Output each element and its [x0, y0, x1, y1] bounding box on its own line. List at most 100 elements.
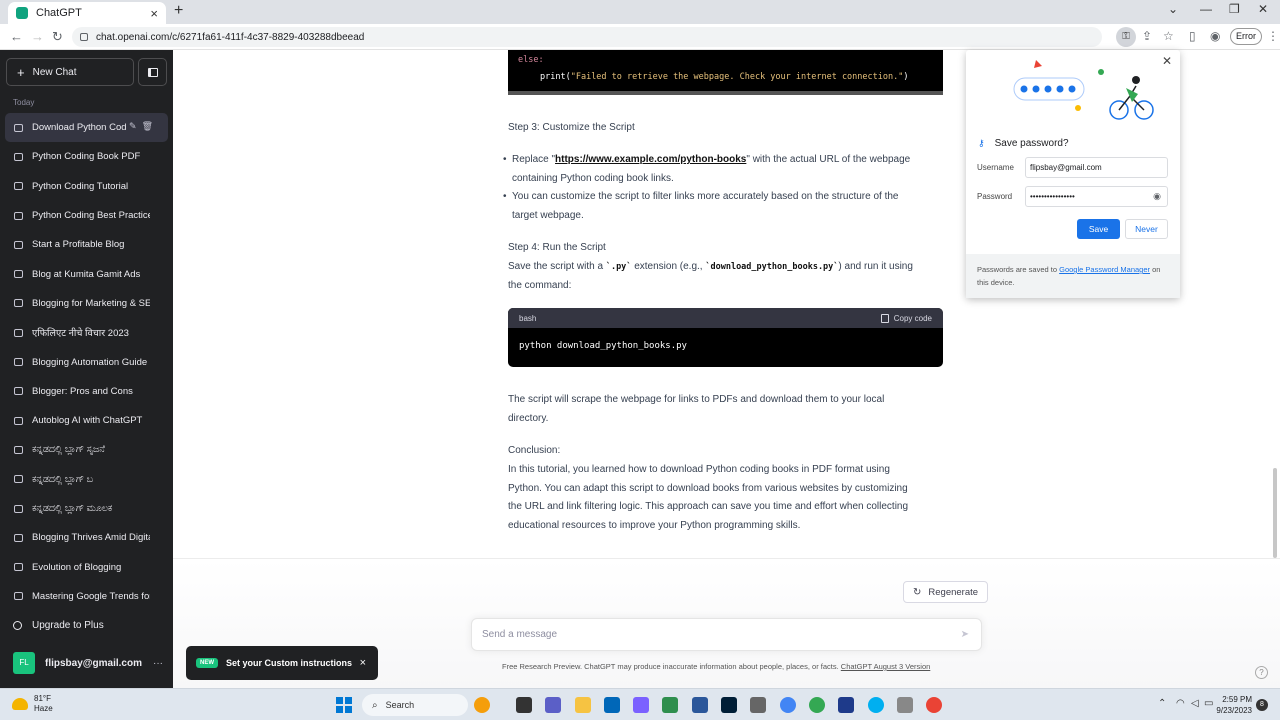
taskbar-search[interactable]: ⌕ Search [362, 694, 468, 716]
chrome-profile-2-icon[interactable] [809, 697, 825, 713]
app-icon[interactable] [838, 697, 854, 713]
new-chat-button[interactable]: + New Chat [6, 58, 134, 86]
share-icon[interactable]: ⇪ [1142, 29, 1152, 43]
delete-trash-icon[interactable]: 🗑 [142, 121, 158, 131]
browser-menu-icon[interactable]: ⋮ [1267, 29, 1279, 43]
side-panel-icon[interactable]: ▯ [1189, 29, 1196, 43]
footer-disclaimer: Free Research Preview. ChatGPT may produ… [502, 662, 930, 671]
message-input[interactable]: Send a message ➤ [471, 618, 982, 651]
forward-icon[interactable]: → [31, 29, 44, 44]
store-icon[interactable] [604, 697, 620, 713]
conversation-item[interactable]: एफिलिएट नीचे विचार 2023 [5, 318, 168, 347]
password-key-icon[interactable]: ⚿ [1116, 27, 1136, 47]
paragraph-text: extension (e.g., [631, 261, 706, 272]
chat-bubble-icon [14, 387, 23, 396]
version-link[interactable]: ChatGPT August 3 Version [841, 662, 931, 671]
minimize-icon[interactable]: — [1200, 2, 1212, 16]
taskbar-clock[interactable]: 2:59 PM 9/23/2023 [1212, 694, 1252, 716]
example-url-link[interactable]: https://www.example.com/python-books [555, 154, 746, 165]
footer-text: Free Research Preview. ChatGPT may produ… [502, 662, 841, 671]
browser-tab[interactable]: ChatGPT × [8, 2, 166, 24]
conversation-item[interactable]: Start a Profitable Blog [5, 230, 168, 259]
toast-close-icon[interactable]: × [360, 657, 366, 669]
conversation-item[interactable]: Python Coding Tutorial [5, 172, 168, 201]
upgrade-label: Upgrade to Plus [32, 620, 104, 631]
conversation-item[interactable]: Evolution of Blogging [5, 552, 168, 581]
address-bar[interactable]: chat.openai.com/c/6271fa61-411f-4c37-882… [72, 27, 1102, 47]
back-icon[interactable]: ← [10, 29, 23, 44]
widget-app-icon[interactable] [474, 697, 490, 713]
copy-code-button[interactable]: Copy code [880, 313, 932, 323]
tab-search-chevron-icon[interactable]: ⌄ [1168, 2, 1178, 16]
system-app-icon[interactable] [897, 697, 913, 713]
send-icon[interactable]: ➤ [961, 629, 969, 640]
custom-instructions-toast[interactable]: NEW Set your Custom instructions × [186, 646, 378, 680]
tray-chevron-icon[interactable]: ⌃ [1158, 698, 1166, 709]
save-password-button[interactable]: Save [1077, 219, 1120, 239]
reload-icon[interactable]: ↻ [52, 29, 63, 45]
tab-close-icon[interactable]: × [150, 6, 158, 21]
notification-badge[interactable]: 8 [1256, 699, 1268, 711]
bookmark-star-icon[interactable]: ☆ [1163, 29, 1174, 43]
upgrade-to-plus-button[interactable]: Upgrade to Plus [13, 620, 104, 631]
chrome-profile-1-icon[interactable] [780, 697, 796, 713]
photoshop-icon[interactable] [721, 697, 737, 713]
chat-bubble-icon [14, 152, 23, 161]
copy-code-label: Copy code [893, 313, 932, 323]
conversation-item-active[interactable]: Download Python Cod ✎🗑 [5, 113, 168, 143]
code-function: print( [540, 72, 571, 82]
site-info-icon[interactable] [80, 33, 88, 41]
volume-icon[interactable]: ◁ [1191, 698, 1199, 709]
weather-condition: Haze [34, 704, 53, 713]
account-menu-button[interactable]: FL flipsbay@gmail.com ··· [13, 652, 163, 674]
show-password-eye-icon[interactable]: ◉ [1153, 191, 1161, 202]
never-save-button[interactable]: Never [1125, 219, 1168, 239]
conversation-item[interactable]: Autoblog AI with ChatGPT [5, 406, 168, 435]
calculator-icon[interactable] [750, 697, 766, 713]
file-explorer-icon[interactable] [575, 697, 591, 713]
start-windows-icon[interactable] [336, 697, 352, 713]
weather-widget[interactable]: 81°F Haze [12, 694, 53, 714]
conversation-item[interactable]: ಕನ್ನಡದಲ್ಲಿ ಬ್ಲಾಗ್ ಮೂಲಕ [5, 494, 168, 523]
new-tab-icon[interactable]: + [174, 2, 183, 20]
password-manager-link[interactable]: Google Password Manager [1059, 265, 1150, 274]
help-icon[interactable]: ? [1255, 666, 1268, 679]
password-field[interactable]: •••••••••••••••• ◉ [1025, 186, 1168, 207]
code-horizontal-scrollbar[interactable] [508, 91, 943, 95]
chat-app-icon[interactable] [545, 697, 561, 713]
conversation-item[interactable]: ಕನ್ನಡದಲ್ಲಿ ಬ್ಲಾಗ್ ಬ [5, 465, 168, 494]
conversation-item[interactable]: Blog at Kumita Gamit Ads [5, 259, 168, 288]
popup-close-icon[interactable]: ✕ [1162, 54, 1172, 68]
chrome-active-icon[interactable] [926, 697, 942, 713]
conversation-item[interactable]: Blogging Automation Guide [5, 347, 168, 376]
conversation-label: Blogging Thrives Amid Digita [32, 532, 150, 544]
conversation-item[interactable]: Mastering Google Trends for [5, 582, 168, 611]
conversation-item[interactable]: ಕನ್ನಡದಲ್ಲಿ ಬ್ಲಾಗ್ ಸೃಜನೆ [5, 435, 168, 464]
wifi-icon[interactable]: ◠ [1176, 698, 1185, 709]
conversation-item[interactable]: Blogging Thrives Amid Digita [5, 523, 168, 552]
chat-bubble-icon [14, 358, 23, 367]
profile-icon[interactable]: ◉ [1210, 29, 1220, 43]
window-close-icon[interactable]: ✕ [1258, 2, 1268, 16]
code-string: "Failed to retrieve the webpage. Check y… [570, 72, 904, 82]
task-view-icon[interactable] [516, 697, 532, 713]
conversation-item[interactable]: Python Coding Best Practice [5, 201, 168, 230]
maximize-icon[interactable]: ❐ [1229, 2, 1240, 16]
close-sidebar-button[interactable] [138, 58, 167, 86]
pen-app-icon[interactable] [662, 697, 678, 713]
error-button[interactable]: Error [1230, 28, 1262, 45]
conclusion-heading: Conclusion: [508, 445, 561, 456]
conversation-item[interactable]: Blogger: Pros and Cons [5, 377, 168, 406]
conversation-item[interactable]: Blogging for Marketing & SE [5, 289, 168, 318]
paint-app-icon[interactable] [633, 697, 649, 713]
skype-icon[interactable] [868, 697, 884, 713]
tab-title: ChatGPT [36, 7, 82, 19]
conversation-item[interactable]: Python Coding Book PDF [5, 142, 168, 171]
photos-app-icon[interactable] [692, 697, 708, 713]
code-block-bash: bash Copy code python download_python_bo… [508, 308, 943, 367]
username-field[interactable]: flipsbay@gmail.com [1025, 157, 1168, 178]
edit-pencil-icon[interactable]: ✎ [129, 121, 142, 131]
regenerate-button[interactable]: ↻ Regenerate [903, 581, 989, 603]
page-scrollbar[interactable] [1273, 468, 1277, 558]
message-placeholder: Send a message [482, 629, 558, 640]
